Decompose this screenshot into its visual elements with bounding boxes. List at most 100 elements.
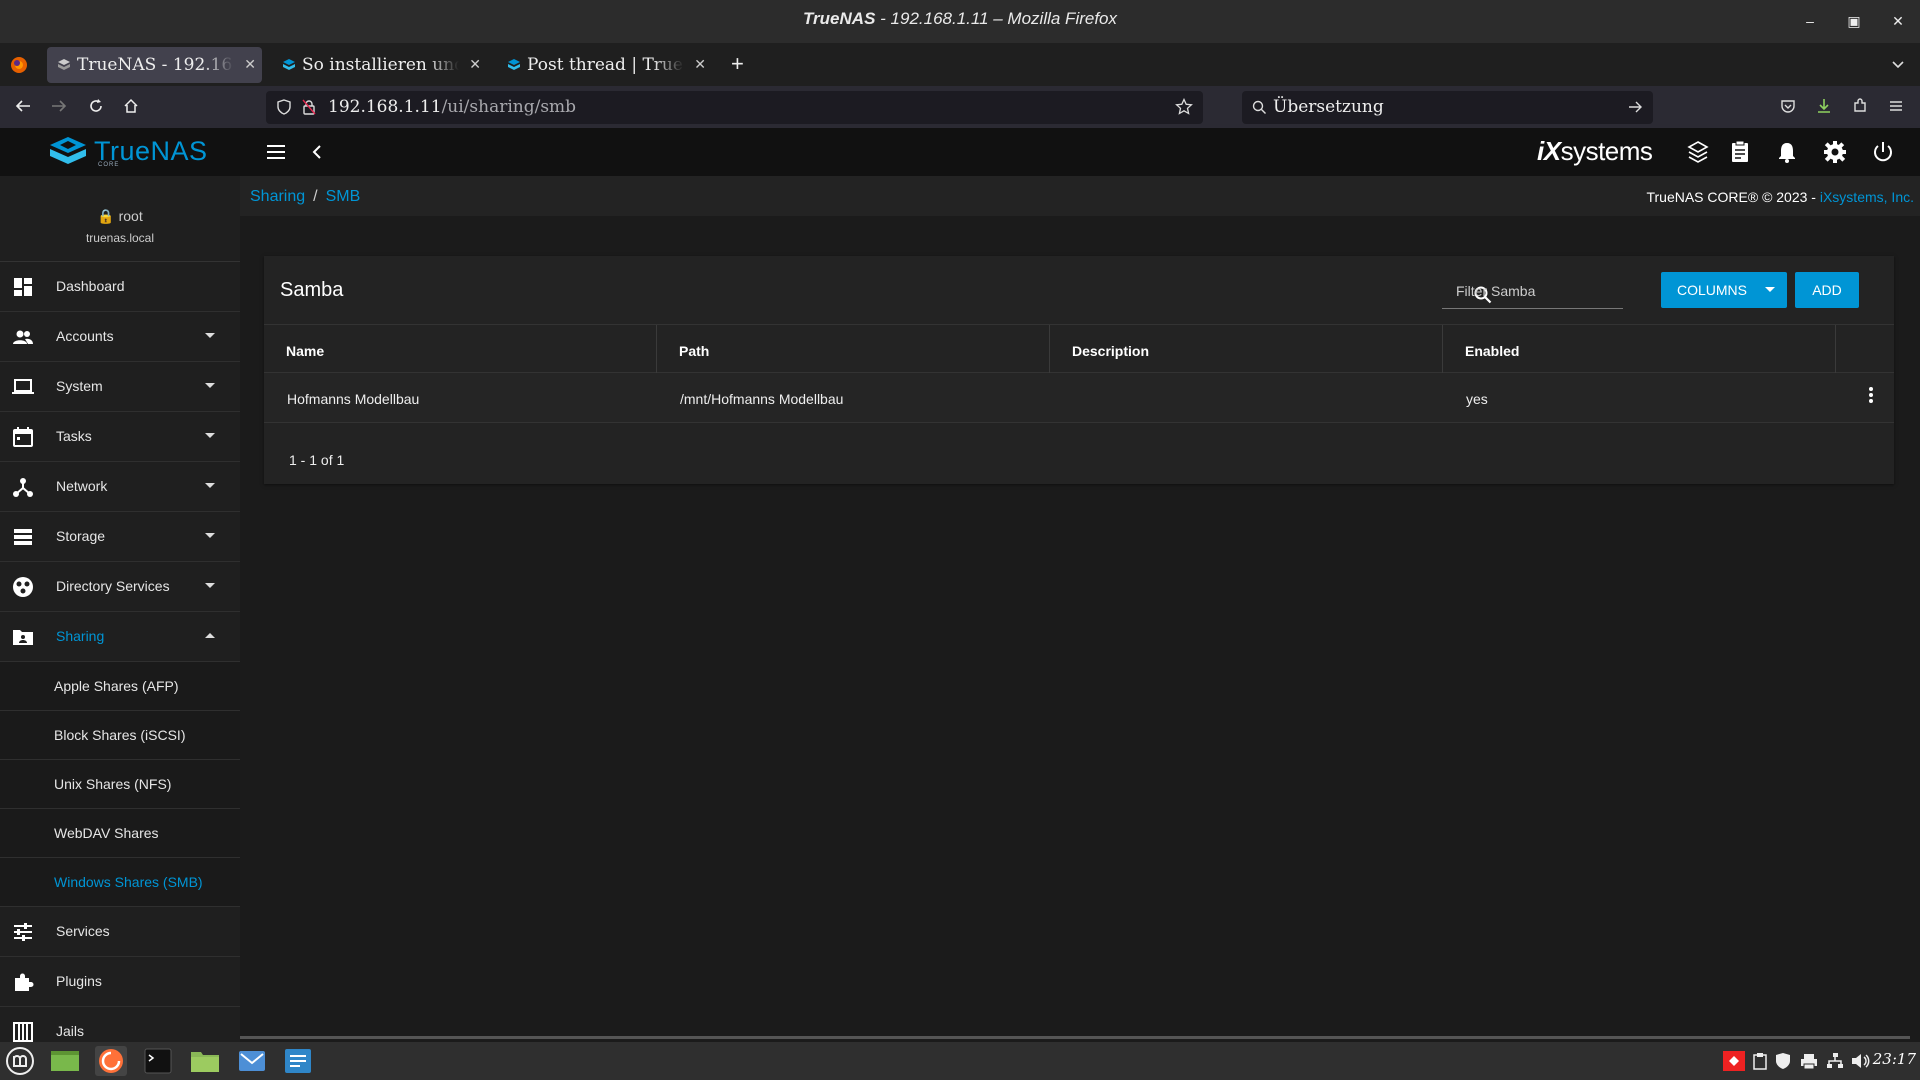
show-desktop-icon[interactable] — [49, 1046, 81, 1076]
add-button[interactable]: ADD — [1795, 272, 1859, 308]
security-tray-icon[interactable] — [1775, 1052, 1791, 1070]
sidebar-item-system[interactable]: System — [0, 362, 240, 412]
network-tray-icon[interactable] — [1826, 1052, 1844, 1070]
lock-icon[interactable] — [302, 99, 316, 115]
breadcrumb-current[interactable]: SMB — [326, 188, 361, 205]
sidebar-subitem-afp[interactable]: Apple Shares (AFP) — [0, 662, 240, 711]
horizontal-scrollbar[interactable] — [240, 1036, 1910, 1039]
power-icon[interactable] — [1871, 140, 1895, 164]
window-title: TrueNAS - 192.168.1.11 – Mozilla Firefox — [802, 9, 1118, 28]
truenas-favicon — [282, 58, 296, 72]
extensions-icon[interactable] — [1851, 97, 1869, 115]
close-tab-icon[interactable]: ✕ — [694, 47, 706, 83]
column-header-description[interactable]: Description — [1050, 325, 1443, 373]
row-actions-menu-icon[interactable] — [1868, 385, 1874, 405]
forward-icon[interactable] — [50, 97, 68, 115]
table-row[interactable]: Hofmanns Modellbau /mnt/Hofmanns Modellb… — [264, 373, 1894, 423]
hamburger-menu-icon[interactable] — [266, 143, 286, 161]
sidebar-item-plugins[interactable]: Plugins — [0, 957, 240, 1007]
back-icon[interactable] — [14, 97, 32, 115]
filter-input[interactable] — [1456, 283, 1616, 299]
cell-name: Hofmanns Modellbau — [287, 391, 420, 407]
sidebar-item-services[interactable]: Services — [0, 907, 240, 957]
breadcrumb: Sharing / SMB — [250, 188, 361, 205]
os-taskbar: 23:17 — [0, 1042, 1920, 1080]
close-window-button[interactable]: ✕ — [1889, 13, 1907, 31]
storage-icon — [12, 526, 34, 548]
settings-gear-icon[interactable] — [1823, 140, 1847, 164]
firefox-taskbar-icon[interactable] — [95, 1046, 127, 1076]
mint-menu-icon[interactable] — [4, 1046, 36, 1076]
dashboard-icon — [12, 276, 34, 298]
browser-tab[interactable]: TrueNAS - 192.168.1.11 ✕ — [47, 47, 262, 83]
downloads-icon[interactable] — [1815, 97, 1833, 115]
maximize-button[interactable]: ▣ — [1845, 13, 1863, 31]
task-manager-icon[interactable] — [1729, 140, 1751, 164]
truenas-logo-icon[interactable] — [48, 136, 88, 168]
text-editor-icon[interactable] — [282, 1046, 314, 1076]
collapse-chevron-icon[interactable] — [310, 143, 324, 161]
url-bar[interactable]: 192.168.1.11/ui/sharing/smb — [266, 91, 1203, 124]
sidebar-item-directory-services[interactable]: Directory Services — [0, 562, 240, 612]
terminal-icon[interactable] — [142, 1046, 174, 1076]
minimize-button[interactable]: – — [1801, 13, 1819, 31]
sidebar-subitem-nfs[interactable]: Unix Shares (NFS) — [0, 760, 240, 809]
pocket-icon[interactable] — [1779, 97, 1797, 115]
list-tabs-icon[interactable] — [1890, 56, 1906, 72]
sidebar-subitem-iscsi[interactable]: Block Shares (iSCSI) — [0, 711, 240, 760]
close-tab-icon[interactable]: ✕ — [469, 47, 481, 83]
sidebar-item-label: Sharing — [56, 628, 105, 644]
sidebar-item-jails[interactable]: Jails — [0, 1007, 240, 1042]
search-bar[interactable]: Übersetzung — [1242, 91, 1653, 124]
cell-path: /mnt/Hofmanns Modellbau — [680, 391, 844, 407]
anydesk-tray-icon[interactable] — [1723, 1051, 1745, 1071]
notifications-bell-icon[interactable] — [1776, 140, 1798, 164]
sidebar-item-accounts[interactable]: Accounts — [0, 312, 240, 362]
truecommand-icon[interactable] — [1686, 140, 1710, 164]
ixsystems-link[interactable]: iXsystems, Inc. — [1820, 189, 1914, 205]
home-icon[interactable] — [122, 97, 140, 115]
services-icon — [12, 921, 34, 943]
sidebar-subitem-label: Apple Shares (AFP) — [54, 678, 179, 694]
clipboard-tray-icon[interactable] — [1752, 1052, 1768, 1070]
clock[interactable]: 23:17 — [1873, 1050, 1916, 1068]
sidebar-item-sharing[interactable]: Sharing — [0, 612, 240, 662]
close-tab-icon[interactable]: ✕ — [244, 47, 256, 83]
caret-down-icon — [205, 383, 215, 388]
search-text: Übersetzung — [1273, 97, 1384, 117]
copyright: TrueNAS CORE® © 2023 - iXsystems, Inc. — [1646, 189, 1914, 205]
cell-enabled: yes — [1466, 391, 1488, 407]
column-header-name[interactable]: Name — [264, 325, 657, 373]
volume-tray-icon[interactable] — [1850, 1052, 1870, 1070]
breadcrumb-bar: Sharing / SMB TrueNAS CORE® © 2023 - iXsys… — [240, 176, 1920, 216]
hostname: truenas.local — [85, 231, 155, 245]
new-tab-button[interactable]: + — [731, 51, 744, 77]
sidebar-item-label: Tasks — [56, 428, 92, 444]
firefox-icon[interactable] — [10, 56, 28, 74]
breadcrumb-sharing-link[interactable]: Sharing — [250, 188, 305, 205]
sidebar-subitem-webdav[interactable]: WebDAV Shares — [0, 809, 240, 858]
sidebar-item-storage[interactable]: Storage — [0, 512, 240, 562]
mail-icon[interactable] — [236, 1046, 268, 1076]
caret-down-icon — [205, 533, 215, 538]
sidebar-subitem-smb[interactable]: Windows Shares (SMB) — [0, 858, 240, 907]
truenas-favicon — [57, 58, 71, 72]
shield-icon[interactable] — [276, 99, 292, 115]
go-arrow-icon[interactable] — [1627, 99, 1643, 115]
sidebar-item-dashboard[interactable]: Dashboard — [0, 262, 240, 312]
reload-icon[interactable] — [87, 97, 105, 115]
column-header-enabled[interactable]: Enabled — [1443, 325, 1836, 373]
browser-tab[interactable]: So installieren und richten ✕ — [272, 47, 487, 83]
sidebar-item-label: Dashboard — [56, 278, 125, 294]
menu-icon[interactable] — [1887, 97, 1905, 115]
ixsystems-logo[interactable]: iXsystems — [1537, 136, 1653, 167]
bookmark-star-icon[interactable] — [1175, 98, 1193, 116]
printer-tray-icon[interactable] — [1800, 1052, 1818, 1070]
sidebar-item-label: System — [56, 378, 103, 394]
browser-tab[interactable]: Post thread | TrueNAS ✕ — [497, 47, 712, 83]
columns-button[interactable]: COLUMNS — [1661, 272, 1787, 308]
sidebar-item-network[interactable]: Network — [0, 462, 240, 512]
column-header-path[interactable]: Path — [657, 325, 1050, 373]
sidebar-item-tasks[interactable]: Tasks — [0, 412, 240, 462]
files-icon[interactable] — [189, 1046, 221, 1076]
